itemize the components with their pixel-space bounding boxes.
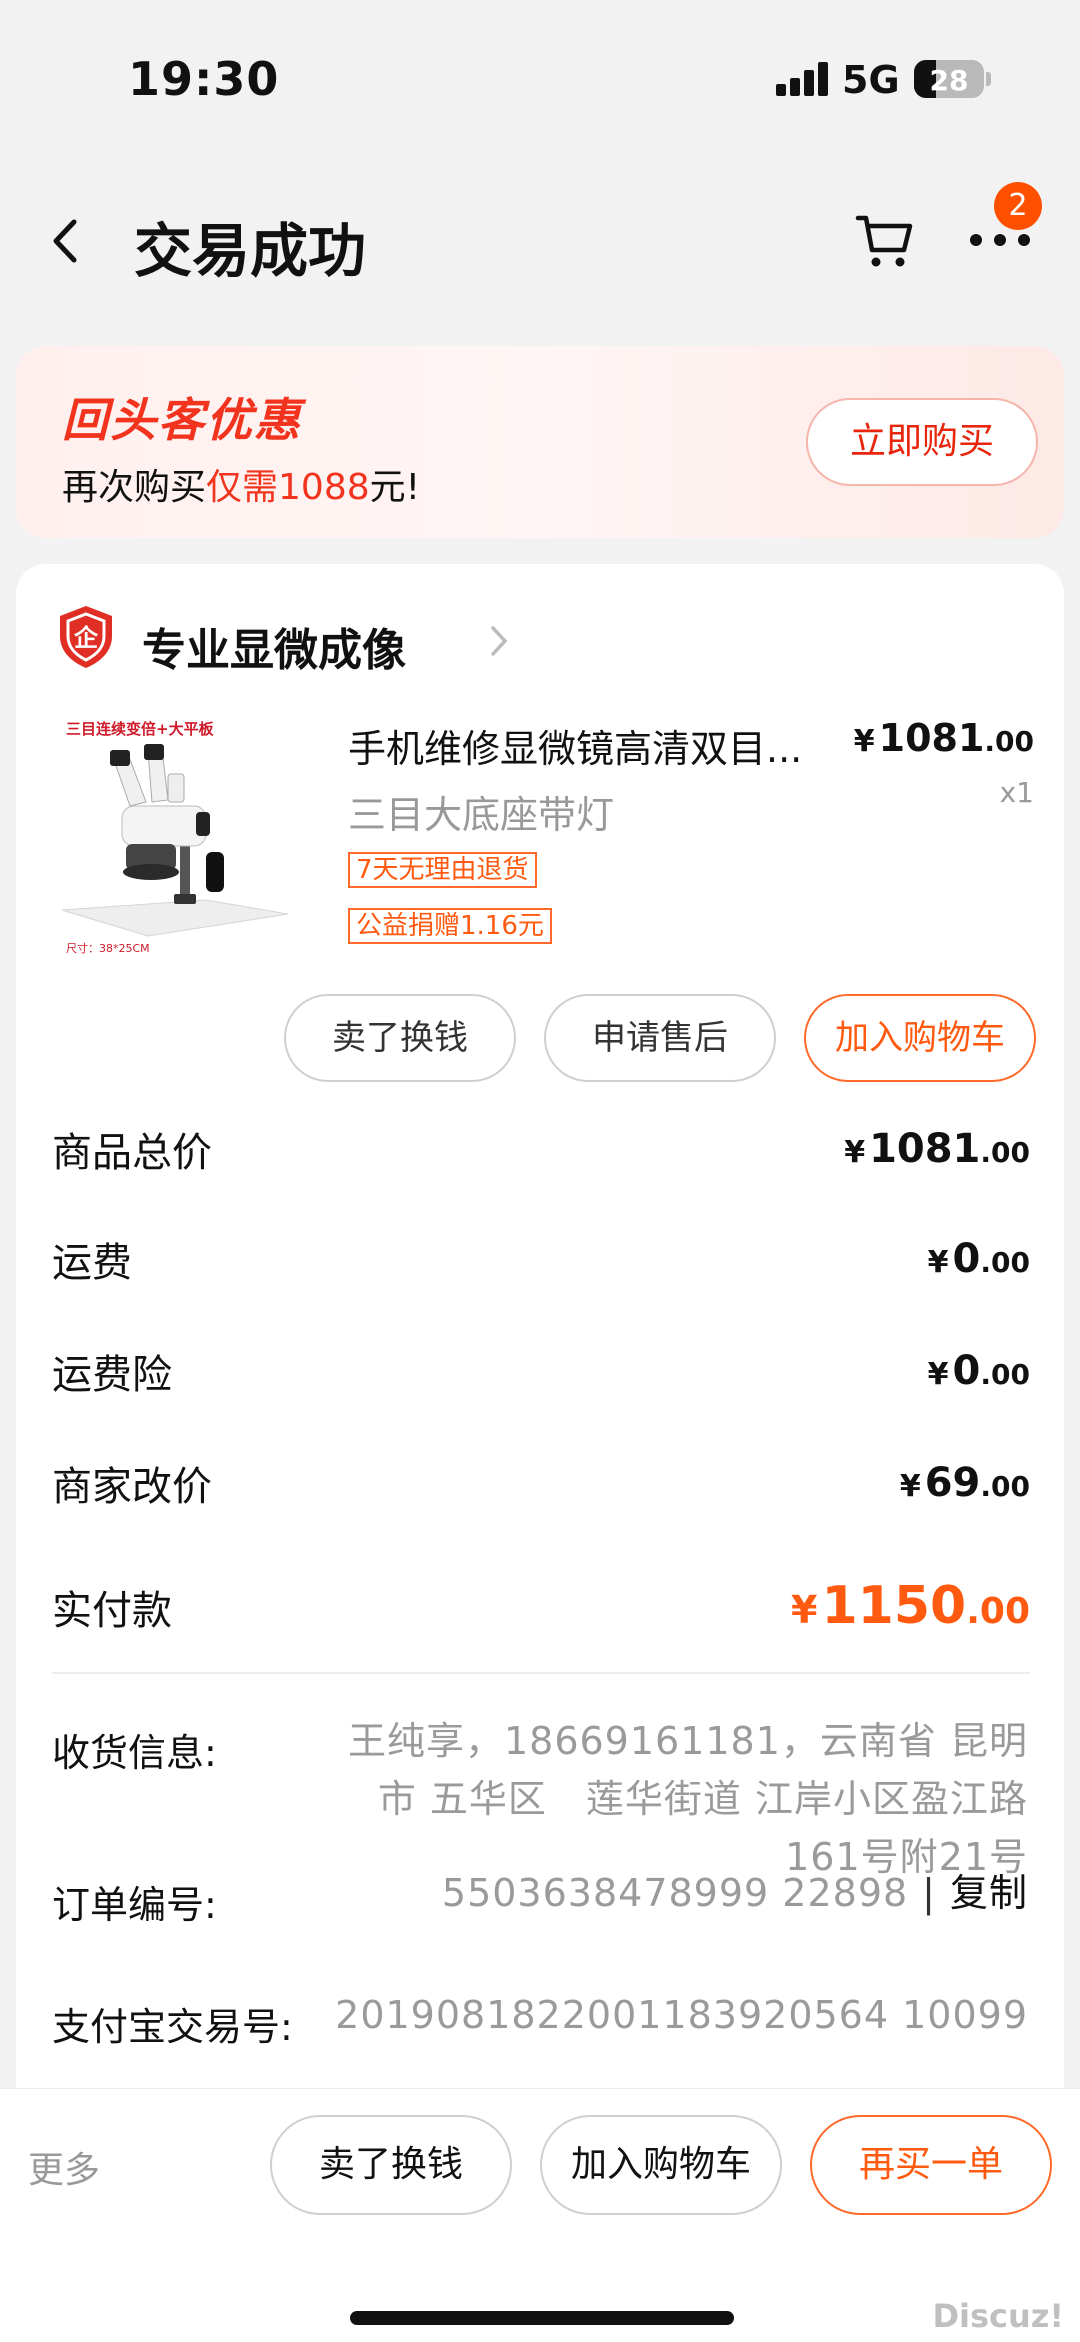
summary-row-shipping: 运费 ¥0.00 <box>52 1230 1042 1290</box>
product-quantity: x1 <box>999 776 1034 809</box>
price-integer: 1081 <box>878 716 985 760</box>
summary-amount: ¥0.00 <box>928 1236 1030 1282</box>
shop-shield-icon: 企 <box>60 606 112 668</box>
order-number-label: 订单编号: <box>52 1883 217 1927</box>
product-spec: 三目大底座带灯 <box>348 793 615 837</box>
promo-title: 回头客优惠 <box>62 393 302 447</box>
summary-label: 运费 <box>52 1240 132 1286</box>
product-image-caption: 三目连续变倍+大平板 <box>66 720 214 738</box>
order-number-value: 5503638478999 22898 <box>441 1871 909 1915</box>
amount-integer: 1150 <box>821 1576 967 1636</box>
home-indicator[interactable] <box>350 2311 734 2325</box>
summary-amount: ¥69.00 <box>900 1460 1030 1506</box>
promo-text-prefix: 再次购买 <box>62 467 207 508</box>
bottom-sell-for-cash-button[interactable]: 卖了换钱 <box>270 2115 512 2215</box>
price-decimal: .00 <box>984 725 1034 758</box>
cart-icon[interactable] <box>854 210 916 272</box>
summary-row-price-adjust: 商家改价 ¥69.00 <box>52 1454 1042 1514</box>
summary-amount: ¥0.00 <box>928 1348 1030 1394</box>
promo-text-suffix: 元! <box>369 467 421 508</box>
shop-name: 专业显微成像 <box>142 625 406 676</box>
product-price: ¥1081.00 <box>854 716 1034 760</box>
shop-link[interactable]: 企 专业显微成像 <box>56 604 656 676</box>
order-card: 企 专业显微成像 三目连续变倍+大平板 尺寸：38*25CM 手机维修显微镜高清… <box>16 564 1064 2104</box>
address-label: 收货信息: <box>52 1731 217 1775</box>
notification-badge: 2 <box>994 182 1042 230</box>
currency-symbol: ¥ <box>899 1469 921 1504</box>
product-image-size: 尺寸：38*25CM <box>66 942 150 955</box>
bottom-action-bar: 更多 卖了换钱 加入购物车 再买一单 Discuz! <box>0 2088 1080 2342</box>
summary-row-shipping-insurance: 运费险 ¥0.00 <box>52 1342 1042 1402</box>
currency-symbol: ¥ <box>853 724 875 759</box>
copy-separator: | <box>922 1871 936 1915</box>
status-bar: 19:30 5G 28 <box>0 0 1080 150</box>
charity-tag: 公益捐赠1.16元 <box>348 908 552 944</box>
chevron-right-icon <box>491 626 508 656</box>
microscope-image <box>61 744 289 937</box>
summary-label: 实付款 <box>52 1588 172 1634</box>
promo-text-highlight: 仅需 <box>206 467 279 508</box>
product-image[interactable]: 三目连续变倍+大平板 尺寸：38*25CM <box>56 712 292 964</box>
amount-decimal: .00 <box>980 1136 1030 1169</box>
summary-amount: ¥1081.00 <box>844 1126 1030 1172</box>
copy-button[interactable]: 复制 <box>950 1871 1028 1915</box>
address-line: 市 五华区 莲华街道 江岸小区盈江路 <box>377 1777 1028 1821</box>
order-number-row: 5503638478999 22898 | 复制 <box>442 1864 1028 1922</box>
amount-integer: 1081 <box>869 1126 981 1172</box>
buy-again-button[interactable]: 再买一单 <box>810 2115 1052 2215</box>
after-sales-button[interactable]: 申请售后 <box>544 994 776 1082</box>
status-time: 19:30 <box>128 52 280 106</box>
currency-symbol: ¥ <box>844 1135 866 1170</box>
buy-now-button[interactable]: 立即购买 <box>806 398 1038 486</box>
amount-decimal: .00 <box>980 1470 1030 1503</box>
address-value[interactable]: 王纯享，18669161181，云南省 昆明 市 五华区 莲华街道 江岸小区盈江… <box>348 1712 1028 1886</box>
amount-decimal: .00 <box>980 1358 1030 1391</box>
page-title: 交易成功 <box>134 217 367 285</box>
currency-symbol: ¥ <box>927 1357 949 1392</box>
battery-level: 28 <box>929 64 969 97</box>
back-arrow-icon[interactable] <box>48 216 88 266</box>
more-button[interactable]: 更多 <box>28 2141 100 2193</box>
summary-label: 商家改价 <box>52 1464 212 1510</box>
amount-decimal: .00 <box>966 1591 1030 1632</box>
alipay-number-value: 2019081822001183920564 10099 <box>335 1993 1028 2037</box>
signal-icon <box>776 62 830 96</box>
currency-symbol: ¥ <box>791 1588 818 1632</box>
divider <box>52 1672 1030 1674</box>
promo-price: 1088 <box>278 467 370 508</box>
amount-integer: 0 <box>952 1348 981 1394</box>
returning-customer-promo: 回头客优惠 再次购买仅需1088元! 立即购买 <box>16 346 1064 538</box>
total-paid-amount: ¥1150.00 <box>791 1576 1030 1636</box>
network-label: 5G <box>842 58 900 102</box>
amount-integer: 69 <box>924 1460 981 1506</box>
sell-for-cash-button[interactable]: 卖了换钱 <box>284 994 516 1082</box>
summary-row-paid-total: 实付款 ¥1150.00 <box>52 1576 1042 1638</box>
product-title[interactable]: 手机维修显微镜高清双目... <box>348 718 868 773</box>
watermark: Discuz! <box>932 2297 1064 2335</box>
bottom-add-to-cart-button[interactable]: 加入购物车 <box>540 2115 782 2215</box>
nav-header: 交易成功 <box>0 160 1080 320</box>
amount-integer: 0 <box>952 1236 981 1282</box>
return-policy-tag: 7天无理由退货 <box>348 852 537 888</box>
amount-decimal: .00 <box>980 1246 1030 1279</box>
summary-label: 商品总价 <box>52 1130 212 1176</box>
add-to-cart-button[interactable]: 加入购物车 <box>804 994 1036 1082</box>
battery-icon: 28 <box>914 60 984 98</box>
currency-symbol: ¥ <box>927 1245 949 1280</box>
summary-label: 运费险 <box>52 1352 172 1398</box>
summary-row-subtotal: 商品总价 ¥1081.00 <box>52 1120 1042 1180</box>
promo-text: 再次购买仅需1088元! <box>62 458 420 510</box>
alipay-number-label: 支付宝交易号: <box>52 2005 293 2049</box>
address-line: 王纯享，18669161181，云南省 昆明 <box>347 1719 1028 1763</box>
svg-text:企: 企 <box>74 624 99 652</box>
